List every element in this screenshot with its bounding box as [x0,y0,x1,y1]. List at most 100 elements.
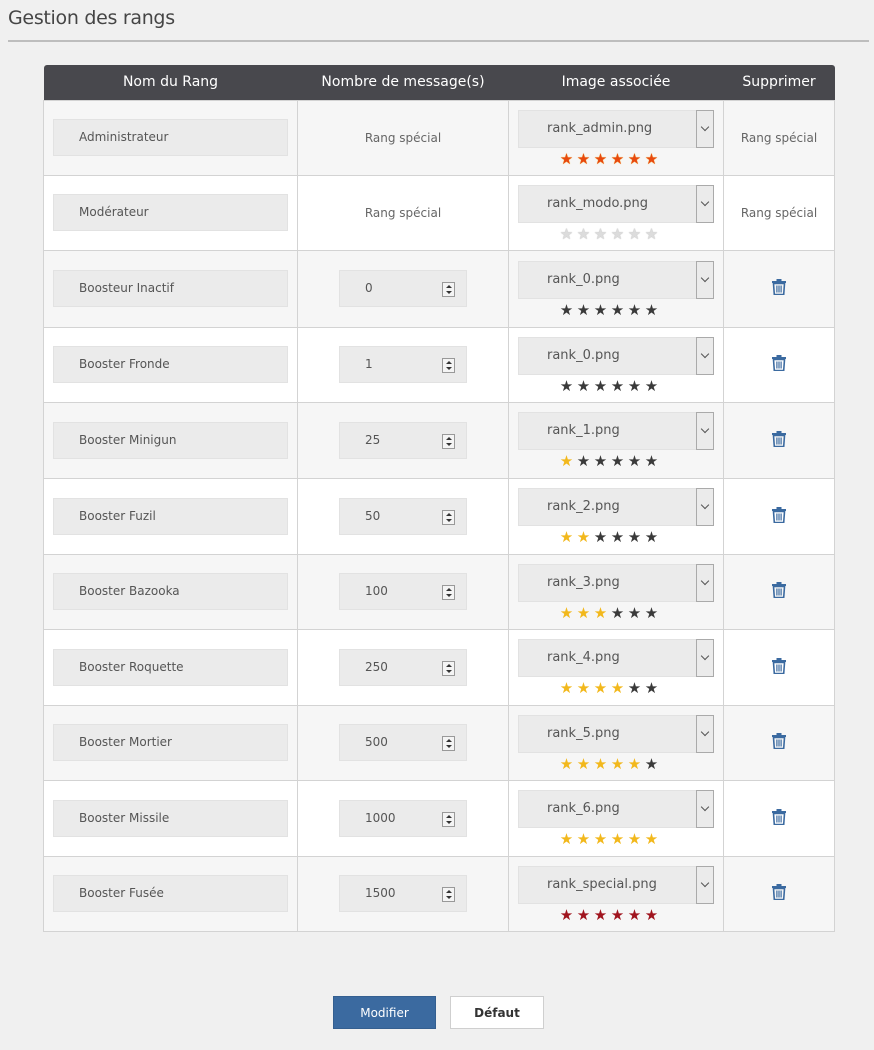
star-icon: ★ [576,830,591,848]
image-select[interactable]: rank_special.png [518,865,714,904]
image-cell: rank_0.png ★ ★ ★ ★ ★ ★ [508,326,724,403]
image-select-value: rank_admin.png [547,120,653,136]
message-count-input[interactable]: 500 [339,724,467,761]
table-row: Modérateur Rang spécial rank_modo.png ★ ★ ★ ★ ★… [43,174,835,251]
spinner-arrows-icon[interactable] [442,282,455,297]
rank-name-cell: Booster Mortier [43,704,298,781]
chevron-down-icon[interactable] [696,790,714,828]
star-icon: ★ [576,452,591,470]
message-count-input[interactable]: 250 [339,648,467,686]
image-select[interactable]: rank_0.png [518,336,714,375]
chevron-down-icon[interactable] [696,260,714,299]
image-select-value: rank_5.png [547,725,620,741]
chevron-down-icon[interactable] [696,639,714,677]
message-count-input[interactable]: 0 [339,270,467,307]
ranks-table: Nom du Rang Nombre de message(s) Image a… [43,65,835,932]
rank-name-input[interactable]: Booster Mortier [53,724,288,761]
rank-name-input[interactable]: Booster Bazooka [53,573,288,610]
table-row: Booster Fuzil 50 rank_2.png ★ ★ ★ ★ ★ ★ [43,477,835,555]
rank-name-cell: Booster Bazooka [43,553,298,630]
rank-stars-preview: ★ ★ ★ ★ ★ ★ [558,756,723,771]
message-count-value: 50 [365,508,381,523]
rank-name-input[interactable]: Administrateur [53,119,288,156]
rank-name-input[interactable]: Booster Minigun [53,421,288,459]
spinner-arrows-icon[interactable] [442,358,455,373]
header-message-count: Nombre de message(s) [297,65,509,100]
image-select[interactable]: rank_0.png [518,260,714,299]
message-count-cell: 1 [297,326,509,403]
star-icon: ★ [610,905,625,924]
rank-name-input[interactable]: Booster Fronde [53,346,288,383]
image-cell: rank_1.png ★ ★ ★ ★ ★ ★ [508,401,724,479]
rank-name-input[interactable]: Booster Fuzil [53,497,288,535]
spinner-arrows-icon[interactable] [442,887,455,902]
message-count-cell: 0 [297,249,509,328]
trash-icon[interactable] [772,279,786,296]
trash-icon[interactable] [772,733,786,750]
trash-icon[interactable] [772,355,786,372]
star-icon: ★ [559,376,574,395]
star-icon: ★ [627,300,642,319]
trash-icon[interactable] [772,657,786,674]
image-select[interactable]: rank_1.png [518,412,714,450]
star-icon: ★ [576,224,591,243]
message-count-input[interactable]: 1 [339,346,467,383]
rank-name-input[interactable]: Booster Fusée [53,875,288,912]
message-count-cell: 1000 [297,779,509,857]
chevron-down-icon[interactable] [696,563,714,602]
image-select[interactable]: rank_2.png [518,488,714,526]
star-icon: ★ [593,528,608,546]
star-icon: ★ [593,149,608,168]
table-header-row: Nom du Rang Nombre de message(s) Image a… [43,65,835,100]
delete-cell: Rang spécial [723,99,835,176]
rank-name-input[interactable]: Modérateur [53,194,288,231]
spinner-arrows-icon[interactable] [442,811,455,827]
rank-name-input[interactable]: Booster Roquette [53,648,288,686]
rank-name-cell: Booster Fusée [43,855,298,932]
chevron-down-icon[interactable] [696,865,714,904]
message-count-input[interactable]: 1000 [339,799,467,837]
modify-button[interactable]: Modifier [333,996,436,1029]
rank-name-input[interactable]: Boosteur Inactif [53,270,288,307]
star-icon: ★ [627,905,642,924]
message-count-input[interactable]: 25 [339,421,467,459]
chevron-down-icon[interactable] [696,714,714,753]
image-select[interactable]: rank_modo.png [518,184,714,223]
star-icon: ★ [627,149,642,168]
header-image: Image associée [508,65,724,100]
image-select[interactable]: rank_5.png [518,714,714,753]
trash-icon[interactable] [772,808,786,825]
spinner-arrows-icon[interactable] [442,660,455,676]
chevron-down-icon[interactable] [696,109,714,148]
trash-icon[interactable] [772,582,786,599]
title-divider [8,40,869,42]
chevron-down-icon[interactable] [696,412,714,450]
message-count-input[interactable]: 100 [339,573,467,610]
image-select[interactable]: rank_4.png [518,639,714,677]
chevron-down-icon[interactable] [696,336,714,375]
star-icon: ★ [644,830,659,848]
star-icon: ★ [627,528,642,546]
message-count-input[interactable]: 50 [339,497,467,535]
spinner-arrows-icon[interactable] [442,509,455,525]
rank-name-input[interactable]: Booster Missile [53,799,288,837]
table-row: Booster Missile 1000 rank_6.png ★ ★ ★ ★ ★ ★ [43,779,835,857]
star-icon: ★ [593,830,608,848]
rank-stars-preview: ★ ★ ★ ★ ★ ★ [558,679,723,697]
spinner-arrows-icon[interactable] [442,585,455,600]
chevron-down-icon[interactable] [696,184,714,223]
chevron-down-icon[interactable] [696,488,714,526]
trash-icon[interactable] [772,430,786,447]
default-button[interactable]: Défaut [450,996,544,1029]
rank-stars-preview: ★ ★ ★ ★ ★ ★ [558,528,723,546]
image-select[interactable]: rank_admin.png [518,109,714,148]
image-select[interactable]: rank_3.png [518,563,714,602]
message-count-input[interactable]: 1500 [339,875,467,912]
spinner-arrows-icon[interactable] [442,736,455,751]
trash-icon[interactable] [772,884,786,901]
image-select[interactable]: rank_6.png [518,790,714,828]
image-cell: rank_6.png ★ ★ ★ ★ ★ ★ [508,779,724,857]
trash-icon[interactable] [772,506,786,523]
star-icon: ★ [644,679,659,697]
spinner-arrows-icon[interactable] [442,433,455,449]
